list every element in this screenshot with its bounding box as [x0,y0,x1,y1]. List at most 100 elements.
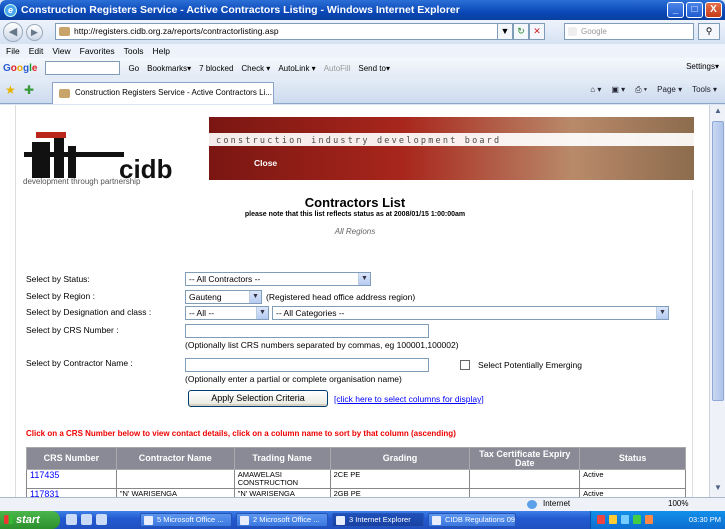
crs-number-input[interactable] [185,324,429,338]
table-row: 117831 "N' WARISENGA "N' WARISENGA 2GB P… [26,488,686,497]
search-input[interactable]: Google [564,23,694,40]
close-link[interactable]: Close [254,158,277,168]
page-favicon [59,27,70,36]
menu-tools[interactable]: Tools [124,46,144,56]
send-to-button[interactable]: Send to▾ [358,64,390,73]
contractor-name-cell: "N' WARISENGA [115,488,235,497]
taskbar-item-office-2[interactable]: 2 Microsoft Office ... [236,513,328,527]
page-body: construction industry development board … [15,105,694,497]
forward-button[interactable]: ▶ [26,23,43,41]
tray-icon[interactable] [597,515,605,524]
scrollbar-thumb[interactable] [712,121,724,401]
home-button[interactable]: ⌂ ▾ [590,85,601,95]
tray-icon[interactable] [645,515,653,524]
col-contractor-name[interactable]: Contractor Name [115,447,235,470]
tab-favicon [59,89,70,98]
title-bar: e Construction Registers Service - Activ… [0,0,725,20]
feeds-button[interactable]: ▣ ▾ [611,85,625,95]
region-caption: All Regions [334,227,376,236]
print-button[interactable]: ⎙ ▾ [635,85,647,95]
autofill-button[interactable]: AutoFill [324,64,351,73]
menu-favorites[interactable]: Favorites [80,46,115,56]
site-banner: construction industry development board … [16,105,694,190]
tray-icon[interactable] [609,515,617,524]
chevron-down-icon: ▼ [249,291,261,303]
maximize-button[interactable]: □ [686,2,703,18]
scroll-down-icon[interactable]: ▼ [712,483,724,496]
google-settings-button[interactable]: Settings▾ [686,62,719,71]
trading-name-cell: AMAWELASI CONSTRUCTION [233,469,331,489]
tax-expiry-cell [469,488,581,497]
address-input[interactable]: http://registers.cidb.org.za/reports/con… [55,23,518,40]
close-window-button[interactable]: X [705,2,722,18]
emerging-checkbox[interactable] [460,360,470,370]
grading-cell: 2CE PE [329,469,471,489]
page-menu-button[interactable]: Page ▾ [657,85,682,95]
clock: 03:30 PM [688,515,721,524]
add-favorite-icon[interactable]: ✚ [24,83,34,97]
stop-button[interactable]: ✕ [529,23,545,40]
autolink-button[interactable]: AutoLink ▾ [278,64,315,73]
start-button[interactable]: start [0,511,60,529]
back-button[interactable]: ◀ [3,22,23,42]
mail-icon[interactable] [96,514,107,525]
crs-number-link[interactable]: 117831 [26,488,117,497]
quick-launch [66,514,107,525]
google-search-input[interactable] [45,61,121,75]
page-viewport: construction industry development board … [0,105,709,497]
security-zone: Internet [543,499,571,508]
zoom-level[interactable]: 100% [668,499,688,508]
contractors-table: CRS Number Contractor Name Trading Name … [26,447,686,497]
col-status[interactable]: Status [579,447,686,470]
google-toolbar: Google Go Bookmarks▾ 7 blocked Check ▾ A… [0,58,725,78]
menu-view[interactable]: View [52,46,70,56]
refresh-button[interactable]: ↻ [513,23,529,40]
desktop-icon[interactable] [66,514,77,525]
browser-icon[interactable] [81,514,92,525]
tab-active[interactable]: Construction Registers Service - Active … [52,82,274,104]
chevron-down-icon: ▼ [656,307,668,319]
contractor-name-input[interactable] [185,358,429,372]
name-note: (Optionally enter a partial or complete … [185,374,402,384]
taskbar-item-office-1[interactable]: 5 Microsoft Office ... [140,513,232,527]
tray-icon[interactable] [633,515,641,524]
search-button[interactable]: ⚲ [698,23,720,40]
apply-selection-button[interactable]: Apply Selection Criteria [188,390,328,407]
bookmarks-button[interactable]: Bookmarks▾ [147,64,191,73]
page-heading: Contractors List please note that this l… [16,195,694,236]
crs-number-link[interactable]: 117435 [26,469,117,489]
cidb-logo: cidb [24,132,172,182]
address-dropdown-button[interactable]: ▼ [497,23,513,40]
menu-help[interactable]: Help [152,46,169,56]
vertical-scrollbar[interactable]: ▲ ▼ [709,105,725,497]
scroll-up-icon[interactable]: ▲ [712,106,724,119]
col-tax-expiry[interactable]: Tax Certificate Expiry Date [469,447,581,470]
spellcheck-button[interactable]: Check ▾ [241,64,270,73]
designation-select[interactable]: -- All -- ▼ [185,306,269,320]
ie-icon: e [4,3,17,17]
status-select[interactable]: -- All Contractors -- ▼ [185,272,371,286]
board-name: construction industry development board [216,136,502,146]
taskbar-item-ie[interactable]: 3 Internet Explorer [332,513,424,527]
region-select[interactable]: Gauteng ▼ [185,290,262,304]
col-trading-name[interactable]: Trading Name [233,447,331,470]
trading-name-cell: "N' WARISENGA [233,488,331,497]
favorites-star-icon[interactable]: ★ [5,83,16,97]
tools-menu-button[interactable]: Tools ▾ [692,85,717,95]
popup-blocker-button[interactable]: 7 blocked [199,64,233,73]
menu-file[interactable]: File [6,46,20,56]
tax-expiry-cell [469,469,581,489]
crs-label: Select by CRS Number : [26,325,119,335]
menu-edit[interactable]: Edit [29,46,44,56]
tray-icon[interactable] [621,515,629,524]
minimize-button[interactable]: _ [667,2,684,18]
taskbar-item-cidb[interactable]: CIDB Regulations 09... [428,513,516,527]
system-tray: 03:30 PM [590,511,725,529]
google-go-button[interactable]: Go [128,64,139,73]
col-grading[interactable]: Grading [329,447,471,470]
col-crs-number[interactable]: CRS Number [26,447,117,470]
region-note: (Registered head office address region) [266,292,416,302]
window-title: Construction Registers Service - Active … [21,4,460,16]
category-select[interactable]: -- All Categories -- ▼ [272,306,669,320]
select-columns-link[interactable]: [click here to select columns for displa… [334,394,484,404]
